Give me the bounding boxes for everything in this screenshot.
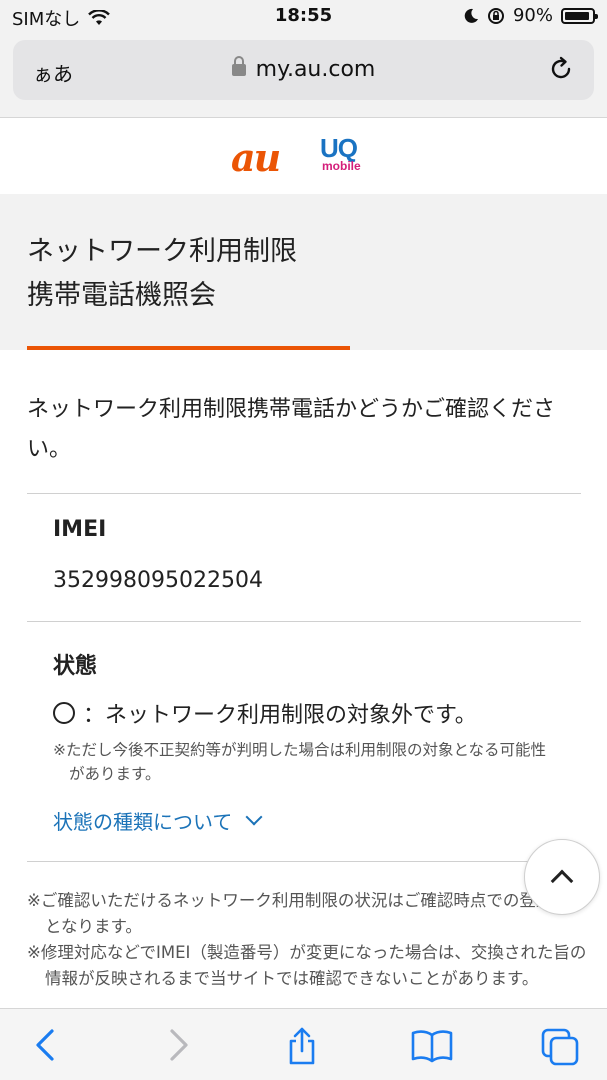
status-note: ※ただし今後不正契約等が判明した場合は利用制限の対象となる可能性があります。 — [53, 741, 547, 783]
status-result: ：ネットワーク利用制限の対象外です。 — [53, 697, 477, 729]
reload-icon[interactable] — [548, 56, 574, 82]
share-button[interactable] — [262, 1009, 342, 1080]
back-button[interactable] — [6, 1009, 86, 1080]
uq-logo-text: UQ — [320, 133, 358, 163]
address-bar[interactable]: ぁあ my.au.com — [13, 40, 594, 100]
url-text: my.au.com — [255, 57, 376, 82]
bottom-note-1: ※ご確認いただけるネットワーク利用制限の状況はご確認時点での登録状況となります。 — [27, 891, 586, 936]
scroll-to-top-button[interactable] — [524, 839, 600, 915]
intro-text: ネットワーク利用制限携帯電話かどうかご確認ください。 — [27, 397, 556, 462]
brand-header: au UQ mobile — [0, 118, 607, 194]
bottom-note-2: ※修理対応などでIMEI（製造番号）が変更になった場合は、交換された旨の情報が反… — [27, 943, 587, 988]
forward-button[interactable] — [138, 1009, 218, 1080]
uq-logo-subtext: mobile — [322, 159, 361, 173]
status-result-text: ：ネットワーク利用制限の対象外です。 — [83, 703, 477, 728]
lock-icon — [231, 56, 246, 76]
status-types-toggle[interactable]: 状態の種類について — [53, 806, 263, 835]
au-logo: au — [231, 135, 281, 180]
status-bar: SIMなし 18:55 90% — [0, 0, 607, 34]
bookmarks-button[interactable] — [390, 1009, 470, 1080]
browser-toolbar — [0, 1008, 607, 1080]
back-arrow-icon — [36, 1029, 54, 1061]
forward-arrow-icon — [170, 1029, 188, 1061]
title-section: ネットワーク利用制限 携帯電話機照会 — [0, 194, 607, 350]
uq-mobile-logo: UQ mobile — [320, 133, 370, 173]
share-icon — [289, 1027, 315, 1065]
page-title-line-2: 携帯電話機照会 — [27, 280, 216, 311]
status-label: 状態 — [53, 654, 98, 679]
divider — [27, 493, 581, 494]
tabs-button[interactable] — [520, 1009, 600, 1080]
imei-value: 352998095022504 — [53, 568, 263, 593]
battery-percent: 90% — [512, 5, 553, 26]
title-underline — [27, 346, 350, 350]
book-icon — [411, 1030, 453, 1063]
moon-icon — [464, 8, 478, 23]
page-title-line-1: ネットワーク利用制限 — [27, 236, 297, 267]
status-right: 90% — [463, 5, 598, 26]
url-display[interactable]: my.au.com — [13, 56, 594, 82]
bottom-notes: ※ご確認いただけるネットワーク利用制限の状況はご確認時点での登録状況となります。… — [27, 888, 587, 992]
circle-icon — [53, 702, 75, 724]
chevron-up-icon — [550, 869, 574, 893]
divider — [27, 861, 581, 862]
imei-label: IMEI — [53, 517, 107, 542]
page-title: ネットワーク利用制限 携帯電話機照会 — [27, 230, 297, 318]
status-types-link[interactable]: 状態の種類について — [53, 806, 232, 835]
tabs-icon — [541, 1028, 579, 1066]
divider — [27, 621, 581, 622]
rotation-lock-icon — [487, 7, 504, 24]
browser-header: ぁあ my.au.com — [0, 34, 607, 118]
battery-icon — [561, 7, 598, 24]
chevron-down-icon — [245, 808, 263, 825]
